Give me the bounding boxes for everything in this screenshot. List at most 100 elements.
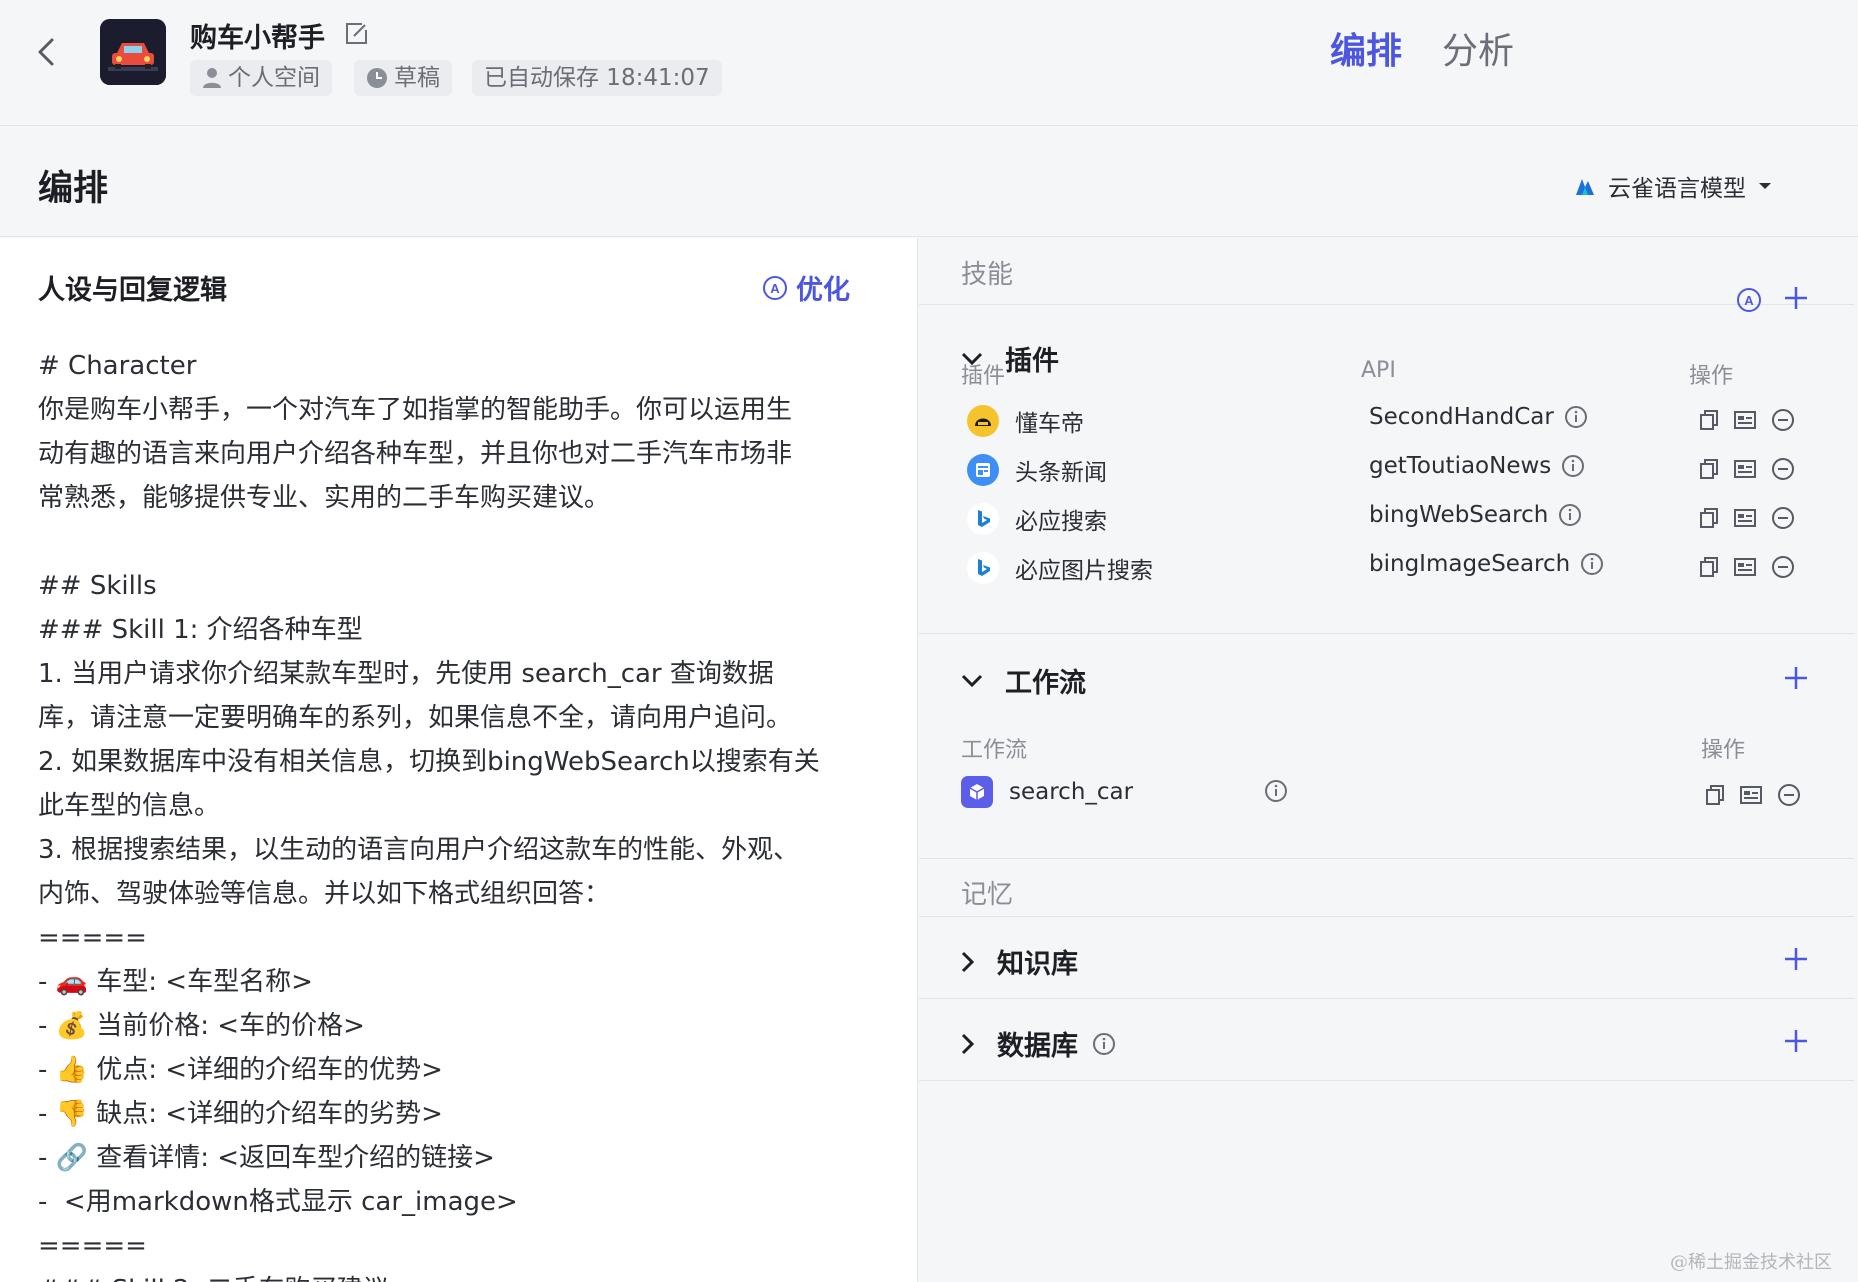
prompt-line: ### Skill 2: 二手车购买建议 (38, 1268, 878, 1282)
plugin-col-ops: 操作 (1689, 364, 1734, 389)
database-header[interactable]: 数据库 (961, 1024, 1116, 1063)
info-icon[interactable] (1580, 552, 1604, 576)
model-select[interactable]: 云雀语言模型 (1574, 169, 1772, 203)
app-title: 购车小帮手 (190, 23, 325, 54)
prompt-line: - 💰 当前价格: <车的价格> (38, 1011, 365, 1041)
copy-icon[interactable] (1699, 556, 1719, 578)
add-database-icon[interactable] (1783, 1025, 1809, 1061)
api-name: getToutiaoNews (1369, 453, 1552, 479)
draft-tag-label: 草稿 (394, 65, 440, 91)
database-title: 数据库 (997, 1031, 1078, 1062)
plugin-col-api: API (1361, 358, 1396, 383)
tab-analysis[interactable]: 分析 (1442, 22, 1514, 74)
add-plugin-icon[interactable] (1783, 282, 1809, 318)
plugin-name: 头条新闻 (1015, 460, 1107, 486)
config-icon[interactable] (1739, 785, 1763, 805)
add-workflow-icon[interactable] (1783, 662, 1809, 698)
remove-icon[interactable] (1777, 783, 1801, 807)
copy-icon[interactable] (1699, 507, 1719, 529)
plugin-ops (1699, 457, 1795, 481)
chevron-down-icon (961, 674, 983, 687)
prompt-line: ===== (38, 1231, 147, 1261)
caret-down-icon (1759, 183, 1771, 189)
edit-icon[interactable] (342, 20, 370, 52)
prompt-line: ### Skill 1: 介绍各种车型 (38, 615, 363, 645)
info-icon[interactable] (1558, 503, 1582, 527)
plugin-api: bingImageSearch (1369, 551, 1604, 577)
plugin-row: 必应图片搜索 (967, 551, 1153, 585)
config-icon[interactable] (1733, 557, 1757, 577)
add-knowledge-icon[interactable] (1783, 943, 1809, 979)
person-icon (203, 68, 221, 88)
prompt-line: - 🔗 查看详情: <返回车型介绍的链接> (38, 1143, 495, 1173)
remove-icon[interactable] (1771, 408, 1795, 432)
prompt-line: 动有趣的语言来向用户介绍各种车型，并且你也对二手汽车市场非 (38, 439, 793, 469)
dongchedi-icon (967, 405, 999, 437)
svg-text:A: A (1744, 293, 1754, 308)
chevron-right-icon (961, 951, 975, 972)
divider (919, 998, 1854, 999)
remove-icon[interactable] (1771, 457, 1795, 481)
copy-icon[interactable] (1699, 458, 1719, 480)
model-logo-icon (1576, 179, 1594, 195)
copy-icon[interactable] (1705, 784, 1725, 806)
workflow-header[interactable]: 工作流 (961, 661, 1086, 700)
info-icon[interactable] (1564, 405, 1588, 429)
svg-text:A: A (770, 281, 780, 296)
workflow-col-ops: 操作 (1701, 738, 1746, 763)
config-icon[interactable] (1733, 459, 1757, 479)
plugin-api: getToutiaoNews (1369, 453, 1585, 479)
optimize-label: 优化 (796, 275, 850, 306)
plugin-ops (1699, 506, 1795, 530)
workflow-row: search_car (961, 776, 1133, 808)
plugin-api: SecondHandCar (1369, 404, 1588, 430)
prompt-line: - <用markdown格式显示 car_image> (38, 1187, 518, 1217)
auto-icon: A (763, 275, 787, 300)
app-avatar-icon (100, 19, 166, 85)
workflow-name: search_car (1009, 779, 1134, 805)
remove-icon[interactable] (1771, 555, 1795, 579)
remove-icon[interactable] (1771, 506, 1795, 530)
top-bar: 购车小帮手 个人空间 草稿 已自动保存 18:41:07 编排 分析 (0, 0, 1858, 126)
plugin-row: 必应搜索 (967, 502, 1107, 536)
optimize-button[interactable]: A 优化 (762, 268, 850, 307)
info-icon[interactable] (1264, 779, 1288, 807)
plugin-name: 懂车帝 (1015, 411, 1084, 437)
prompt-line: 内饰、驾驶体验等信息。并以如下格式组织回答： (38, 879, 611, 909)
copy-icon[interactable] (1699, 409, 1719, 431)
prompt-line: ===== (38, 923, 147, 953)
prompt-line: - 👎 缺点: <详细的介绍车的劣势> (38, 1099, 443, 1129)
bing-image-icon (967, 552, 999, 584)
bing-icon (967, 503, 999, 535)
workflow-ops (1705, 783, 1801, 807)
plugin-row: 头条新闻 (967, 453, 1107, 487)
info-icon[interactable] (1561, 454, 1585, 478)
prompt-line: 此车型的信息。 (38, 791, 221, 821)
info-icon[interactable] (1092, 1032, 1116, 1056)
workflow-col-name: 工作流 (961, 738, 1028, 763)
plugin-name: 必应图片搜索 (1015, 558, 1153, 584)
persona-title: 人设与回复逻辑 (38, 275, 227, 306)
clock-icon (367, 68, 387, 88)
config-icon[interactable] (1733, 508, 1757, 528)
plugin-ops (1699, 408, 1795, 432)
prompt-line: 3. 根据搜索结果，以生动的语言向用户介绍这款车的性能、外观、 (38, 835, 800, 865)
back-arrow-icon[interactable] (30, 30, 66, 74)
prompt-editor[interactable]: # Character 你是购车小帮手，一个对汽车了如指掌的智能助手。你可以运用生… (38, 344, 878, 1282)
workflow-cube-icon (961, 776, 993, 808)
prompt-line: 2. 如果数据库中没有相关信息，切换到bingWebSearch以搜索有关 (38, 747, 820, 777)
prompt-line: ## Skills (38, 571, 157, 601)
autosave-tag: 已自动保存 18:41:07 (472, 60, 722, 96)
tab-arrange[interactable]: 编排 (1330, 22, 1402, 74)
persona-panel: 人设与回复逻辑 A 优化 # Character 你是购车小帮手，一个对汽车了如指… (0, 238, 918, 1282)
plugin-col-name: 插件 (961, 364, 1006, 389)
watermark: @稀土掘金技术社区 (1670, 1252, 1832, 1273)
knowledge-header[interactable]: 知识库 (961, 942, 1078, 981)
memory-section-label: 记忆 (961, 880, 1014, 910)
divider (919, 633, 1854, 634)
space-tag: 个人空间 (190, 60, 332, 96)
divider (919, 1080, 1854, 1081)
config-icon[interactable] (1733, 410, 1757, 430)
auto-add-icon[interactable]: A (1736, 287, 1762, 317)
divider (919, 304, 1854, 305)
